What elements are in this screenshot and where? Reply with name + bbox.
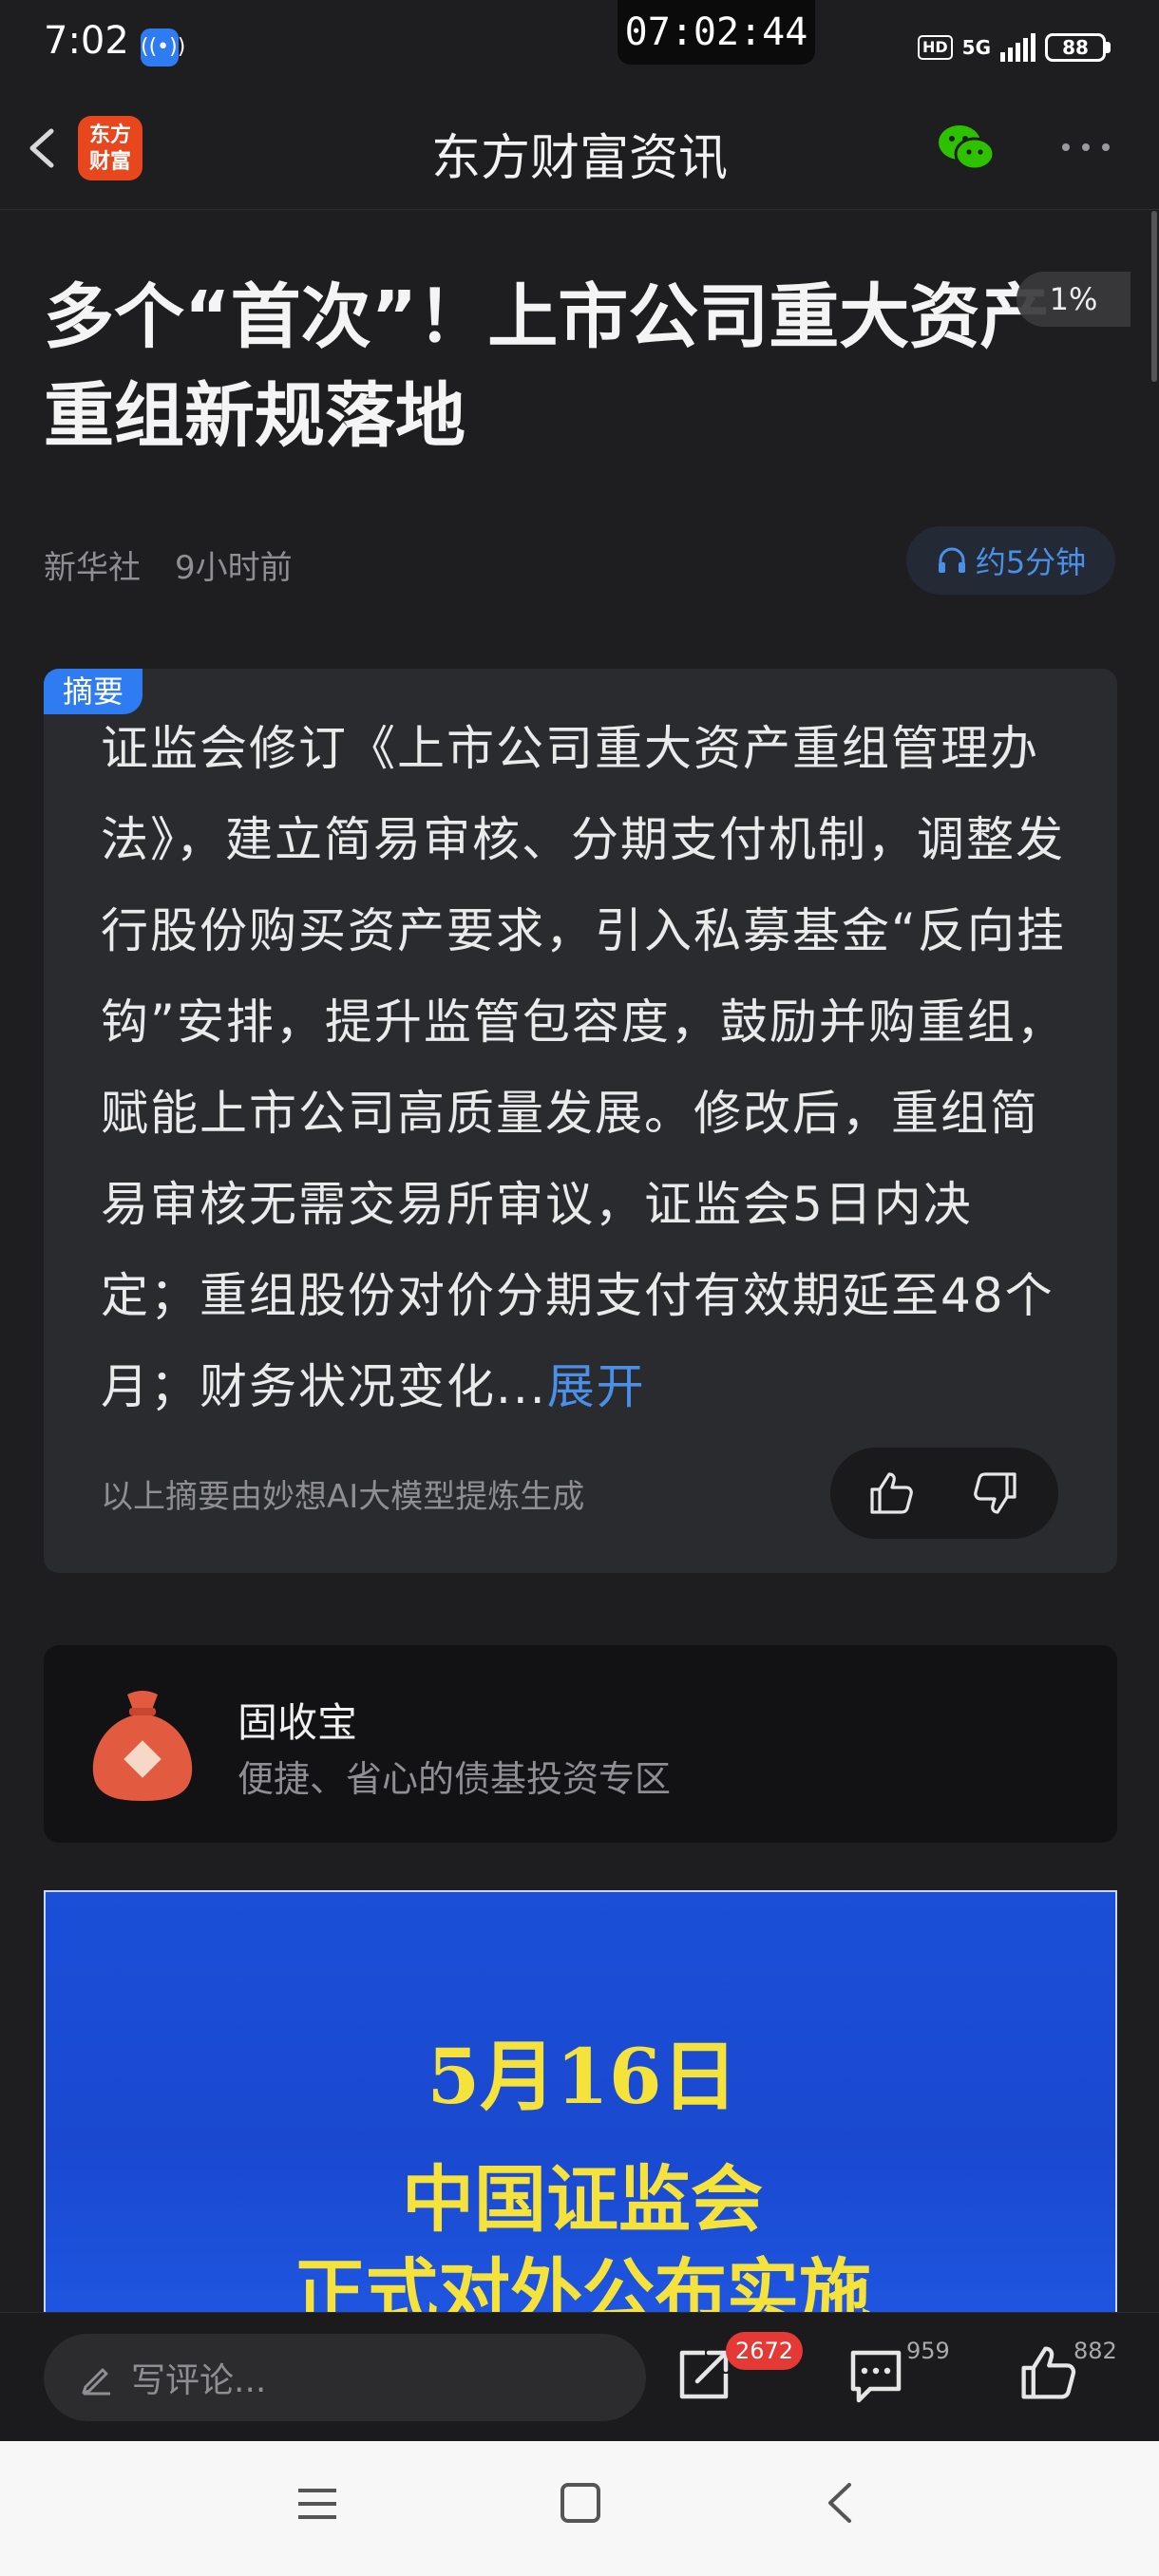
thumbs-down-button[interactable] <box>971 1468 1020 1518</box>
home-button[interactable] <box>557 2479 604 2527</box>
status-indicators: HD 5G 88 <box>918 28 1112 66</box>
bottom-action-bar: 写评论... 2672 959 882 <box>0 2312 1159 2442</box>
comment-input[interactable]: 写评论... <box>44 2334 646 2421</box>
summary-body: 证监会修订《上市公司重大资产重组管理办法》，建立简易审核、分期支付机制，调整发行… <box>101 721 1066 1414</box>
like-thumb-icon <box>1021 2346 1076 2399</box>
read-progress-badge: 1% <box>1016 272 1130 327</box>
battery-icon: 88 <box>1045 33 1112 62</box>
expand-link[interactable]: 展开 <box>547 1359 646 1414</box>
more-button[interactable] <box>1054 114 1117 180</box>
headphones-icon <box>938 547 965 573</box>
thumbs-up-icon <box>870 1472 913 1514</box>
system-back-button[interactable] <box>817 2479 864 2527</box>
image-headline-line1: 中国证监会 <box>402 2157 763 2242</box>
more-dots-icon <box>1062 143 1110 151</box>
listen-label: 约5分钟 <box>975 544 1087 580</box>
summary-ellipsis: ... <box>496 1359 547 1414</box>
money-bag-icon <box>86 1685 200 1805</box>
article-time: 9小时前 <box>175 549 293 587</box>
promo-card[interactable] <box>44 1645 1117 1843</box>
battery-level: 88 <box>1045 33 1107 62</box>
hotspot-icon: ((•)) <box>141 28 185 66</box>
hd-icon: HD <box>918 35 953 60</box>
promo-title: 固收宝 <box>238 1699 358 1746</box>
image-headline-line2: 正式对外公布实施 <box>294 2250 871 2318</box>
article-source: 新华社 <box>44 549 141 587</box>
pencil-icon <box>82 2368 110 2396</box>
network-type: 5G <box>961 36 992 59</box>
comments-button[interactable] <box>846 2345 906 2406</box>
thumbs-up-button[interactable] <box>866 1468 916 1518</box>
summary-text: 证监会修订《上市公司重大资产重组管理办法》，建立简易审核、分期支付机制，调整发行… <box>101 703 1070 1432</box>
comment-bubble-icon <box>850 2350 902 2403</box>
home-square-icon <box>560 2483 600 2523</box>
menu-icon <box>298 2489 336 2519</box>
share-count-badge: 2672 <box>726 2332 804 2370</box>
listen-button[interactable]: 约5分钟 <box>906 526 1115 595</box>
signal-icon <box>1000 33 1036 62</box>
comment-placeholder: 写评论... <box>131 2361 267 2400</box>
summary-feedback <box>830 1448 1058 1539</box>
status-time: 7:02 <box>44 19 129 63</box>
article-title: 多个“首次”！上市公司重大资产重组新规落地 <box>44 276 1051 457</box>
system-nav-bar <box>0 2441 1159 2576</box>
wechat-icon <box>939 125 996 171</box>
like-count: 882 <box>1074 2338 1117 2364</box>
comment-count: 959 <box>906 2338 950 2364</box>
wechat-share-button[interactable] <box>933 114 999 180</box>
app-header: 东方 财富 东方财富资讯 <box>0 95 1159 210</box>
status-clock: 07:02:44 <box>618 0 815 65</box>
scrollbar-thumb[interactable] <box>1151 211 1157 382</box>
recent-apps-button[interactable] <box>294 2481 340 2527</box>
promo-subtitle: 便捷、省心的债基投资专区 <box>238 1758 672 1800</box>
image-date-text: 5月16日 <box>427 2032 738 2121</box>
back-triangle-icon <box>828 2483 851 2523</box>
thumbs-down-icon <box>974 1472 1016 1514</box>
like-button[interactable] <box>1016 2341 1079 2404</box>
ai-summary-note: 以上摘要由妙想AI大模型提炼生成 <box>101 1478 585 1516</box>
article-image[interactable]: 5月16日 中国证监会 正式对外公布实施 <box>44 1890 1117 2318</box>
